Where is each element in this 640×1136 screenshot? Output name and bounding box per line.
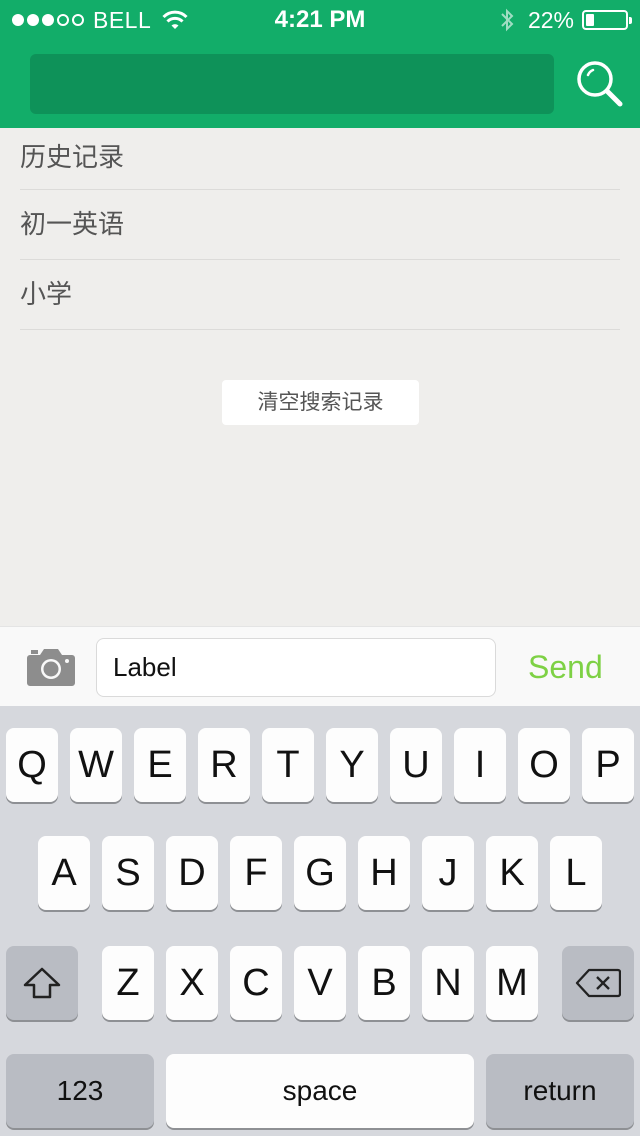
key-p[interactable]: P <box>582 728 634 802</box>
bluetooth-icon <box>501 8 514 32</box>
key-c[interactable]: C <box>230 946 282 1020</box>
history-title: 历史记录 <box>20 128 620 190</box>
message-input-bar: Label Send <box>0 626 640 706</box>
key-n[interactable]: N <box>422 946 474 1020</box>
key-g[interactable]: G <box>294 836 346 910</box>
key-u[interactable]: U <box>390 728 442 802</box>
status-bar: BELL 4:21 PM 22% <box>0 0 640 40</box>
key-x[interactable]: X <box>166 946 218 1020</box>
delete-key[interactable] <box>562 946 634 1020</box>
key-o[interactable]: O <box>518 728 570 802</box>
key-r[interactable]: R <box>198 728 250 802</box>
key-w[interactable]: W <box>70 728 122 802</box>
key-k[interactable]: K <box>486 836 538 910</box>
key-z[interactable]: Z <box>102 946 154 1020</box>
delete-icon <box>575 968 621 998</box>
key-l[interactable]: L <box>550 836 602 910</box>
key-y[interactable]: Y <box>326 728 378 802</box>
battery-icon <box>582 10 632 30</box>
key-a[interactable]: A <box>38 836 90 910</box>
key-d[interactable]: D <box>166 836 218 910</box>
shift-key[interactable] <box>6 946 78 1020</box>
app-header: BELL 4:21 PM 22% <box>0 0 640 128</box>
history-item[interactable]: 初一英语 <box>20 190 620 260</box>
search-input[interactable] <box>30 54 554 114</box>
camera-icon[interactable] <box>26 645 76 687</box>
status-right: 22% <box>498 6 632 34</box>
key-v[interactable]: V <box>294 946 346 1020</box>
search-icon[interactable] <box>574 58 626 110</box>
key-b[interactable]: B <box>358 946 410 1020</box>
key-t[interactable]: T <box>262 728 314 802</box>
return-key[interactable]: return <box>486 1054 634 1128</box>
key-f[interactable]: F <box>230 836 282 910</box>
key-h[interactable]: H <box>358 836 410 910</box>
clear-history-button[interactable]: 清空搜索记录 <box>222 380 419 425</box>
shift-icon <box>23 967 61 999</box>
numbers-key[interactable]: 123 <box>6 1054 154 1128</box>
search-history: 历史记录 初一英语 小学 <box>20 128 620 330</box>
message-text-field[interactable]: Label <box>96 638 496 697</box>
key-s[interactable]: S <box>102 836 154 910</box>
send-button[interactable]: Send <box>528 647 603 687</box>
space-key[interactable]: space <box>166 1054 474 1128</box>
keyboard: Q W E R T Y U I O P A S D F G H J K L Z … <box>0 706 640 1136</box>
battery-level <box>586 14 594 26</box>
key-i[interactable]: I <box>454 728 506 802</box>
key-m[interactable]: M <box>486 946 538 1020</box>
battery-percent: 22% <box>527 6 574 33</box>
history-item[interactable]: 小学 <box>20 260 620 330</box>
key-e[interactable]: E <box>134 728 186 802</box>
key-q[interactable]: Q <box>6 728 58 802</box>
key-j[interactable]: J <box>422 836 474 910</box>
